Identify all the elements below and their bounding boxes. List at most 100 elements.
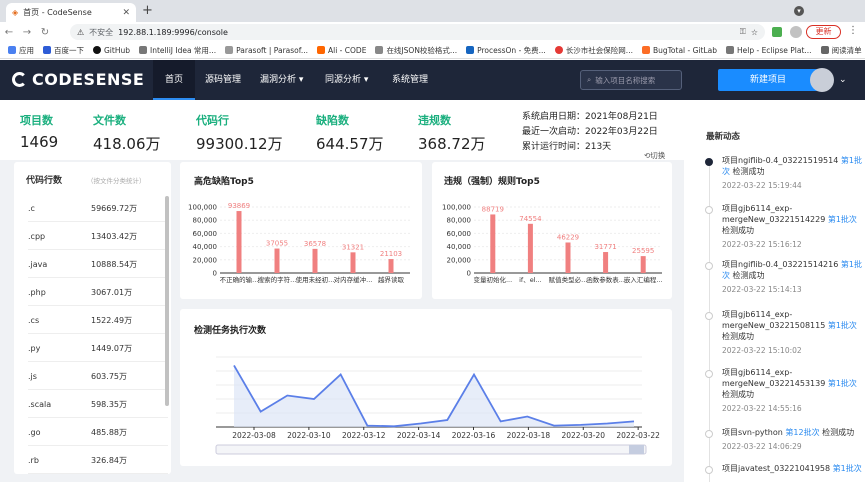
line-count: 603.75万 xyxy=(91,372,127,381)
y-tick-label: 0 xyxy=(213,270,217,278)
chevron-down-icon[interactable]: ⌄ xyxy=(839,75,847,85)
search-icon: ⌕ xyxy=(587,75,592,84)
bookmark-item[interactable]: BugTotal - GitLab xyxy=(641,46,717,55)
file-ext: .c xyxy=(28,204,35,213)
batch-link[interactable]: 第12批次 xyxy=(785,428,819,437)
gitlab-icon xyxy=(641,46,650,54)
code-line-row: .py 1449.07万 xyxy=(28,336,168,362)
last-start: 最近一次启动：2022年03月22日 xyxy=(522,127,658,137)
category-label: 不正确的输... xyxy=(220,275,259,284)
bookmark-item[interactable]: 百度一下 xyxy=(43,45,84,56)
code-line-row: .go 485.88万 xyxy=(28,420,168,446)
browser-menu-icon[interactable]: ⋮ xyxy=(848,25,858,36)
file-ext: .scala xyxy=(28,400,52,409)
category-label: 使用未经初... xyxy=(296,275,335,284)
stat-files: 文件数 418.06万 xyxy=(93,114,161,153)
bookmark-item[interactable]: GitHub xyxy=(93,46,130,55)
bookmark-item[interactable]: Parasoft | Parasof... xyxy=(225,46,308,55)
scrollbar[interactable] xyxy=(165,196,169,406)
back-icon[interactable]: ← xyxy=(0,27,18,38)
news-time: 2022-03-22 15:10:02 xyxy=(722,346,802,355)
x-tick-label: 2022-03-22 xyxy=(616,431,660,440)
nav-source[interactable]: 源码管理 xyxy=(193,60,253,100)
news-time: 2022-03-22 15:19:44 xyxy=(722,181,802,190)
line-count: 13403.42万 xyxy=(91,232,138,241)
code-line-row: .scala 598.35万 xyxy=(28,392,168,418)
timeline-dot xyxy=(705,206,713,214)
high-risk-defects-card: 高危缺陷Top5 0 20,000 40,000 60,000 80,000 100,00… xyxy=(180,162,422,299)
data-label: 74554 xyxy=(519,215,542,223)
bookmark-item[interactable]: 长沙市社会保险网... xyxy=(554,45,633,56)
switch-button[interactable]: ⟲切换 xyxy=(644,150,665,161)
news-time: 2022-03-22 15:14:13 xyxy=(722,285,802,294)
category-label: 搜索的字符... xyxy=(258,275,297,284)
bar xyxy=(603,252,609,273)
shebao-icon xyxy=(554,46,563,54)
user-avatar[interactable] xyxy=(810,68,834,92)
y-tick-label: 20,000 xyxy=(193,256,218,264)
stat-code-lines: 代码行 99300.12万 xyxy=(196,114,283,153)
close-tab-icon[interactable]: ✕ xyxy=(122,8,130,18)
stat-defects: 缺陷数 644.57万 xyxy=(316,114,384,153)
browser-tab[interactable]: ◈ 首页 - CodeSense ✕ xyxy=(6,3,136,22)
reading-list-icon xyxy=(820,46,829,54)
category-label: if、el... xyxy=(519,276,542,284)
nav-vuln[interactable]: 漏洞分析 ▾ xyxy=(248,60,315,100)
data-label: 46229 xyxy=(557,233,579,241)
bar xyxy=(274,248,280,273)
extension-icon[interactable] xyxy=(772,27,782,37)
batch-link[interactable]: 第1批次 xyxy=(833,464,862,473)
logo[interactable]: CODESENSE xyxy=(12,70,144,89)
line-count: 10888.54万 xyxy=(91,260,138,269)
code-lines-card: 代码行数 （按文件分类统计） .c 59669.72万 .cpp 13403.42万.… xyxy=(14,162,171,474)
bookmark-item[interactable]: 应用 xyxy=(8,45,34,56)
y-tick-label: 0 xyxy=(467,270,471,278)
x-tick-label: 2022-03-14 xyxy=(397,431,441,440)
code-line-row: .js 603.75万 xyxy=(28,364,168,390)
nav-system[interactable]: 系统管理 xyxy=(380,60,440,100)
bookmark-item[interactable]: IntelliJ Idea 常用... xyxy=(139,45,216,56)
data-label: 31771 xyxy=(594,243,616,251)
batch-link[interactable]: 第1批次 xyxy=(828,215,857,224)
apps-icon xyxy=(8,46,16,54)
new-project-button[interactable]: 新建项目 xyxy=(718,69,818,91)
task-runs-card: 检测任务执行次数 2022-03-08 2022-03-10 2022-03-12 2… xyxy=(180,309,672,466)
card-title: 代码行数 xyxy=(26,176,63,186)
timeline-dot xyxy=(705,430,713,438)
nav-home[interactable]: 首页 xyxy=(153,60,196,100)
window-control-icon[interactable]: ▾ xyxy=(794,6,804,16)
news-time: 2022-03-22 15:16:12 xyxy=(722,240,802,249)
bookmark-item[interactable]: Ali - CODE xyxy=(317,46,366,55)
favicon-icon: ◈ xyxy=(12,8,19,17)
y-tick-label: 60,000 xyxy=(447,230,472,238)
nav-homology[interactable]: 同源分析 ▾ xyxy=(313,60,380,100)
violation-rules-card: 违规（强制）规则Top5 0 20,000 40,000 60,000 80,000 10… xyxy=(432,162,672,299)
news-status: 检测成功 xyxy=(722,390,754,399)
code-line-row: .php 3067.01万 xyxy=(28,280,168,306)
news-item: 项目gjb6114_exp-mergeNew_03221514229 第1批次 … xyxy=(722,203,862,250)
bookmark-item[interactable]: 在线JSON校验格式... xyxy=(375,45,457,56)
reading-list[interactable]: 阅读清单 xyxy=(820,45,862,56)
news-item: 项目ngiflib-0.4_03221514216 第1批次 检测成功 2022-… xyxy=(722,259,862,295)
bookmark-item[interactable]: Help - Eclipse Plat... xyxy=(726,46,812,55)
bar xyxy=(388,259,394,273)
line-count: 1449.07万 xyxy=(91,344,133,353)
update-button[interactable]: 更新 xyxy=(806,25,841,39)
news-status: 检测成功 xyxy=(819,428,855,437)
batch-link[interactable]: 第1批次 xyxy=(828,379,857,388)
news-time: 2022-03-22 14:06:29 xyxy=(722,442,802,451)
new-tab-icon[interactable]: + xyxy=(142,3,153,18)
forward-icon[interactable]: → xyxy=(18,27,36,38)
address-bar[interactable]: ⚠ 不安全 192.88.1.189:9996/console ⚿ ☆ xyxy=(70,24,765,40)
reload-icon[interactable]: ↻ xyxy=(36,27,54,38)
baidu-icon xyxy=(43,46,51,54)
file-ext: .php xyxy=(28,288,46,297)
bookmark-item[interactable]: ProcessOn - 免费... xyxy=(466,45,546,56)
file-ext: .java xyxy=(28,260,48,269)
profile-icon[interactable] xyxy=(790,26,802,38)
batch-link[interactable]: 第1批次 xyxy=(828,321,857,330)
star-icon[interactable]: ☆ xyxy=(751,28,758,37)
bookmarks-bar: 应用 百度一下 GitHub IntelliJ Idea 常用... Paras… xyxy=(0,42,865,59)
key-icon[interactable]: ⚿ xyxy=(740,27,746,37)
search-input[interactable]: ⌕ 输入项目名称搜索 xyxy=(580,70,682,90)
